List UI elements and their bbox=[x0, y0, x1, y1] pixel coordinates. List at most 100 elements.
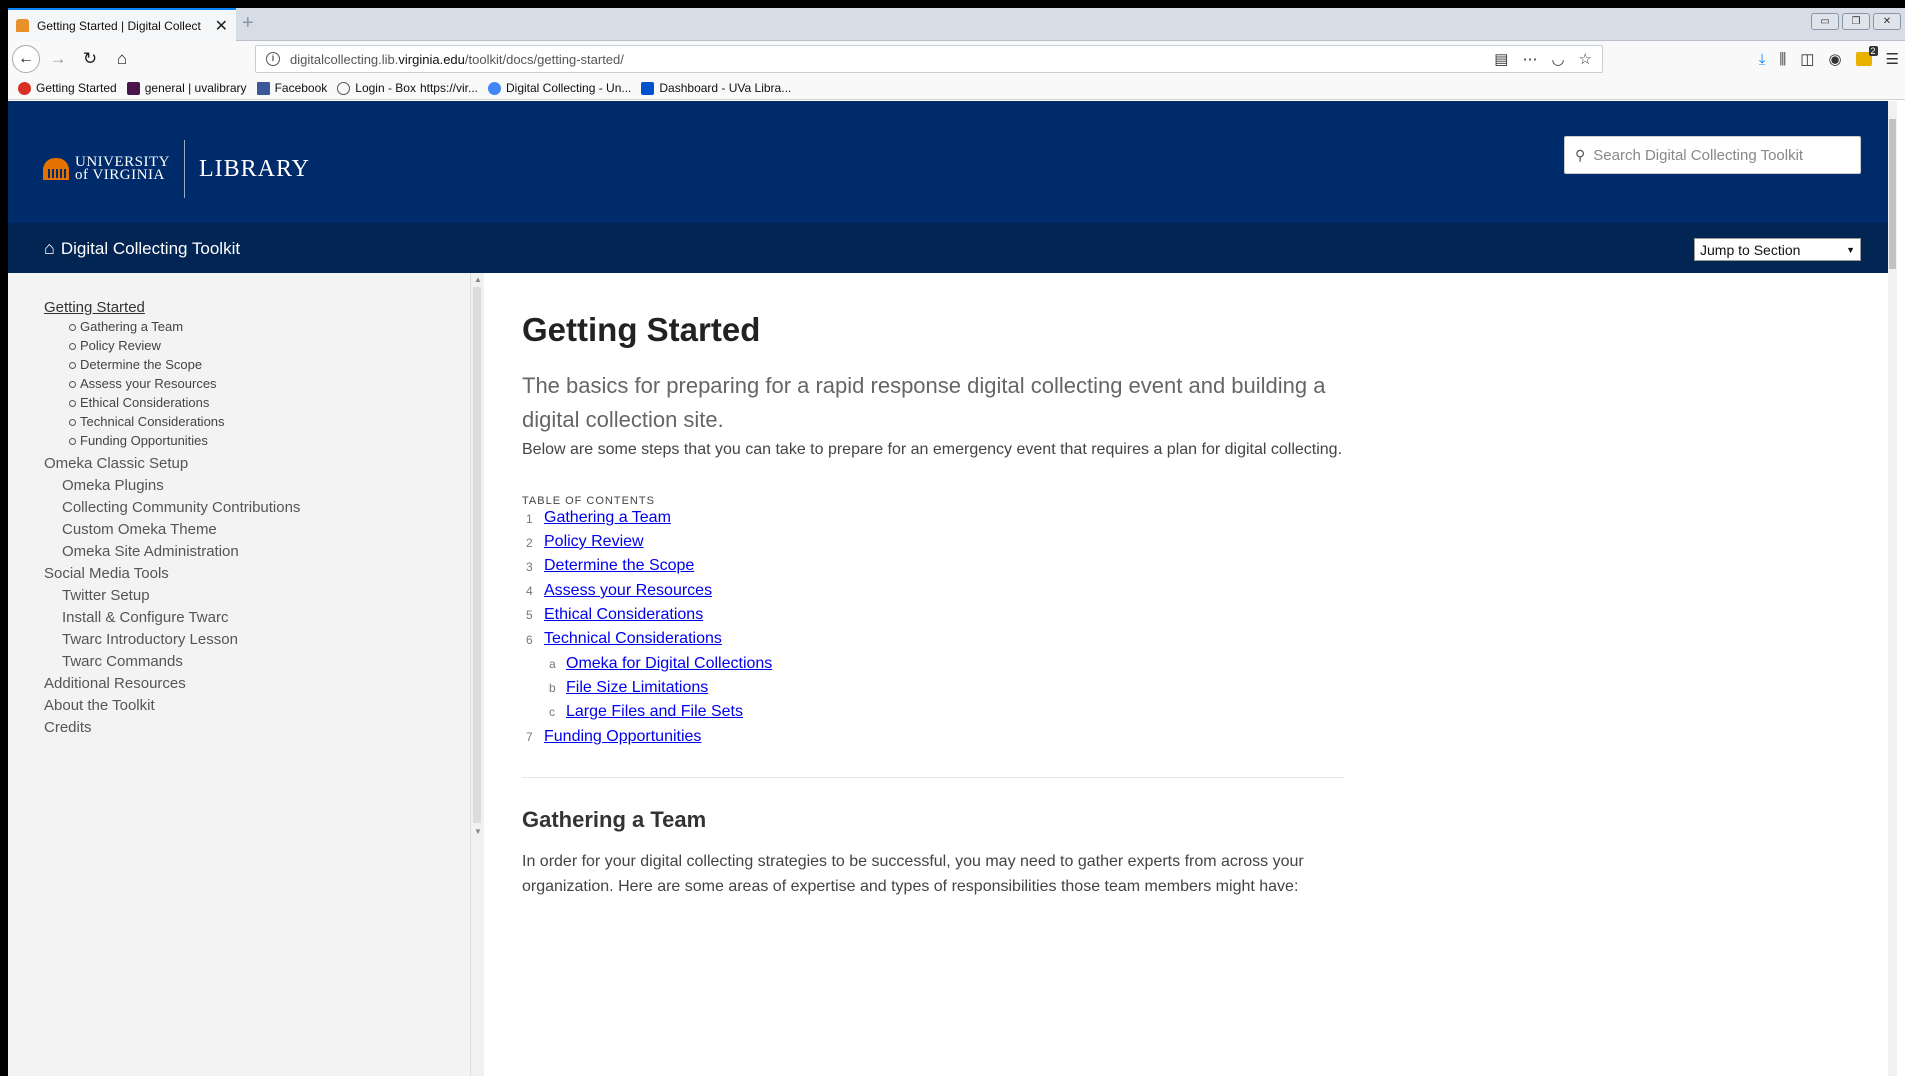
scroll-up-icon[interactable]: ▲ bbox=[474, 275, 482, 284]
site-header: UNIVERSITY of VIRGINIA LIBRARY ⚲ Search D… bbox=[8, 101, 1897, 223]
toc-link[interactable]: Large Files and File Sets bbox=[566, 703, 743, 721]
toolkit-title: Digital Collecting Toolkit bbox=[60, 238, 241, 258]
toc-link[interactable]: Assess your Resources bbox=[544, 582, 712, 600]
toc-link[interactable]: Funding Opportunities bbox=[544, 728, 701, 746]
sidebar-item-about[interactable]: About the Toolkit bbox=[44, 697, 155, 714]
section-divider bbox=[522, 777, 1344, 778]
toc-heading: TABLE OF CONTENTS bbox=[522, 495, 655, 507]
toc-number: 7 bbox=[526, 730, 533, 744]
bookmark-label: Dashboard - UVa Libra... bbox=[659, 81, 792, 95]
toc-number: 6 bbox=[526, 633, 533, 647]
logo-divider bbox=[184, 140, 185, 198]
search-input[interactable]: ⚲ Search Digital Collecting Toolkit bbox=[1564, 136, 1861, 174]
sidebar-subitem[interactable]: Ethical Considerations bbox=[68, 395, 209, 410]
jump-to-section-select[interactable]: Jump to Section ▼ bbox=[1694, 238, 1861, 261]
account-icon[interactable]: ◉ bbox=[1828, 50, 1841, 68]
extension-badge: 2 bbox=[1868, 46, 1878, 56]
toc-link[interactable]: File Size Limitations bbox=[566, 679, 708, 697]
scrollbar-track[interactable] bbox=[473, 287, 481, 823]
sidebar-item-twitter-setup[interactable]: Twitter Setup bbox=[62, 587, 150, 604]
restore-window-icon[interactable]: ❐ bbox=[1842, 13, 1870, 30]
bookmark-item[interactable]: Digital Collecting - Un... bbox=[488, 81, 631, 95]
bookmark-star-icon[interactable]: ☆ bbox=[1579, 50, 1592, 68]
sidebar-subitem[interactable]: Determine the Scope bbox=[68, 357, 202, 372]
close-tab-icon[interactable]: ✕ bbox=[215, 16, 228, 36]
sidebar-item-additional-resources[interactable]: Additional Resources bbox=[44, 675, 186, 692]
scrollbar-thumb[interactable] bbox=[1889, 119, 1896, 269]
close-window-icon[interactable]: ✕ bbox=[1873, 13, 1901, 30]
google-icon bbox=[488, 81, 501, 95]
bookmark-label: Facebook bbox=[274, 81, 328, 95]
bookmark-item[interactable]: general | uvalibrary bbox=[126, 81, 247, 95]
sidebar-subitem[interactable]: Gathering a Team bbox=[68, 319, 183, 334]
bookmark-label: Login - Box bbox=[355, 81, 416, 95]
library-icon[interactable]: ⫼ bbox=[1779, 51, 1786, 68]
sidebar-item-getting-started[interactable]: Getting Started bbox=[44, 299, 145, 316]
rotunda-icon bbox=[43, 158, 69, 180]
sidebar-item-twarc-lesson[interactable]: Twarc Introductory Lesson bbox=[62, 631, 238, 648]
sidebar-item-omeka-plugins[interactable]: Omeka Plugins bbox=[62, 477, 164, 494]
toolkit-nav-bar: ⌂ Digital Collecting Toolkit Jump to Sec… bbox=[8, 223, 1897, 273]
sidebar-subitem[interactable]: Assess your Resources bbox=[69, 376, 217, 391]
minimize-window-icon[interactable]: ▭ bbox=[1811, 13, 1839, 30]
toc-link[interactable]: Technical Considerations bbox=[544, 630, 722, 648]
bookmark-label: general | uvalibrary bbox=[144, 81, 247, 95]
bookmark-item[interactable]: Login - Box bbox=[337, 81, 416, 95]
bookmark-item[interactable]: Facebook bbox=[256, 81, 328, 95]
sidebar-item-social-media-tools[interactable]: Social Media Tools bbox=[44, 565, 169, 582]
sidebar-item-twarc-commands[interactable]: Twarc Commands bbox=[62, 653, 183, 670]
main-content: Getting Started The basics for preparing… bbox=[486, 273, 1897, 1076]
sidebar-item-omeka-site-admin[interactable]: Omeka Site Administration bbox=[62, 543, 239, 560]
browser-tab-active[interactable]: Getting Started | Digital Collect ✕ bbox=[8, 8, 236, 41]
sidebar: Getting Started Gathering a Team Policy … bbox=[8, 273, 484, 1076]
sidebar-item-custom-omeka-theme[interactable]: Custom Omeka Theme bbox=[62, 521, 217, 538]
bookmark-item[interactable]: Getting Started bbox=[18, 81, 117, 95]
university-wordmark: UNIVERSITY of VIRGINIA bbox=[75, 155, 170, 183]
toc-number: 4 bbox=[526, 584, 533, 598]
back-button[interactable]: ← bbox=[12, 45, 40, 73]
reader-view-icon[interactable]: ▤ bbox=[1494, 50, 1508, 68]
page-actions-icon[interactable]: ⋯ bbox=[1522, 50, 1537, 68]
toc-link[interactable]: Determine the Scope bbox=[544, 557, 694, 575]
browser-window: Getting Started | Digital Collect ✕ + ▭ … bbox=[8, 8, 1905, 1076]
tab-strip: Getting Started | Digital Collect ✕ + ▭ … bbox=[8, 8, 1905, 41]
navigation-toolbar: ← → ↻ ⌂ i digitalcollecting.lib.virginia… bbox=[8, 41, 1905, 77]
toc-link[interactable]: Gathering a Team bbox=[544, 509, 671, 527]
new-tab-button[interactable]: + bbox=[242, 12, 254, 35]
toc-number: 2 bbox=[526, 536, 533, 550]
sidebar-scrollbar[interactable]: ▲ ▼ bbox=[470, 273, 484, 1076]
scroll-down-icon[interactable]: ▼ bbox=[474, 827, 482, 836]
sidebar-toggle-icon[interactable]: ◫ bbox=[1800, 50, 1814, 68]
sidebar-item-credits[interactable]: Credits bbox=[44, 719, 92, 736]
sidebar-item-omeka-classic-setup[interactable]: Omeka Classic Setup bbox=[44, 455, 188, 472]
reload-button[interactable]: ↻ bbox=[76, 45, 104, 73]
forward-button[interactable]: → bbox=[44, 45, 72, 73]
url-text: digitalcollecting.lib.virginia.edu/toolk… bbox=[290, 52, 624, 67]
extension-icon[interactable]: 2 bbox=[1855, 46, 1878, 66]
home-button[interactable]: ⌂ bbox=[108, 45, 136, 73]
download-icon[interactable]: ⤓ bbox=[1759, 51, 1766, 68]
sidebar-subitem[interactable]: Policy Review bbox=[69, 338, 161, 353]
bookmark-item[interactable]: https://vir... bbox=[420, 81, 478, 95]
search-placeholder: Search Digital Collecting Toolkit bbox=[1593, 146, 1804, 164]
page-scrollbar[interactable] bbox=[1888, 101, 1897, 1076]
pocket-icon[interactable]: ◡ bbox=[1551, 50, 1564, 68]
section-heading: Gathering a Team bbox=[522, 807, 707, 832]
site-info-icon[interactable]: i bbox=[266, 52, 280, 66]
menu-icon[interactable]: ☰ bbox=[1886, 50, 1899, 68]
bookmark-label: https://vir... bbox=[419, 81, 478, 95]
url-path: /toolkit/docs/getting-started/ bbox=[464, 51, 624, 67]
bookmark-label: Digital Collecting - Un... bbox=[506, 81, 632, 95]
toc-link[interactable]: Ethical Considerations bbox=[544, 606, 703, 624]
uva-library-logo[interactable]: UNIVERSITY of VIRGINIA LIBRARY bbox=[43, 140, 310, 198]
bookmark-item[interactable]: Dashboard - UVa Libra... bbox=[641, 81, 791, 95]
toc-link[interactable]: Policy Review bbox=[544, 533, 644, 551]
chrome-icon bbox=[18, 81, 31, 95]
sidebar-item-install-twarc[interactable]: Install & Configure Twarc bbox=[62, 609, 228, 626]
toc-link[interactable]: Omeka for Digital Collections bbox=[566, 655, 772, 673]
sidebar-item-community-contributions[interactable]: Collecting Community Contributions bbox=[62, 499, 300, 516]
toolkit-home-link[interactable]: ⌂ Digital Collecting Toolkit bbox=[44, 238, 240, 259]
sidebar-subitem[interactable]: Funding Opportunities bbox=[69, 433, 208, 448]
sidebar-subitem[interactable]: Technical Considerations bbox=[69, 414, 225, 429]
address-bar[interactable]: i digitalcollecting.lib.virginia.edu/too… bbox=[255, 45, 1603, 73]
